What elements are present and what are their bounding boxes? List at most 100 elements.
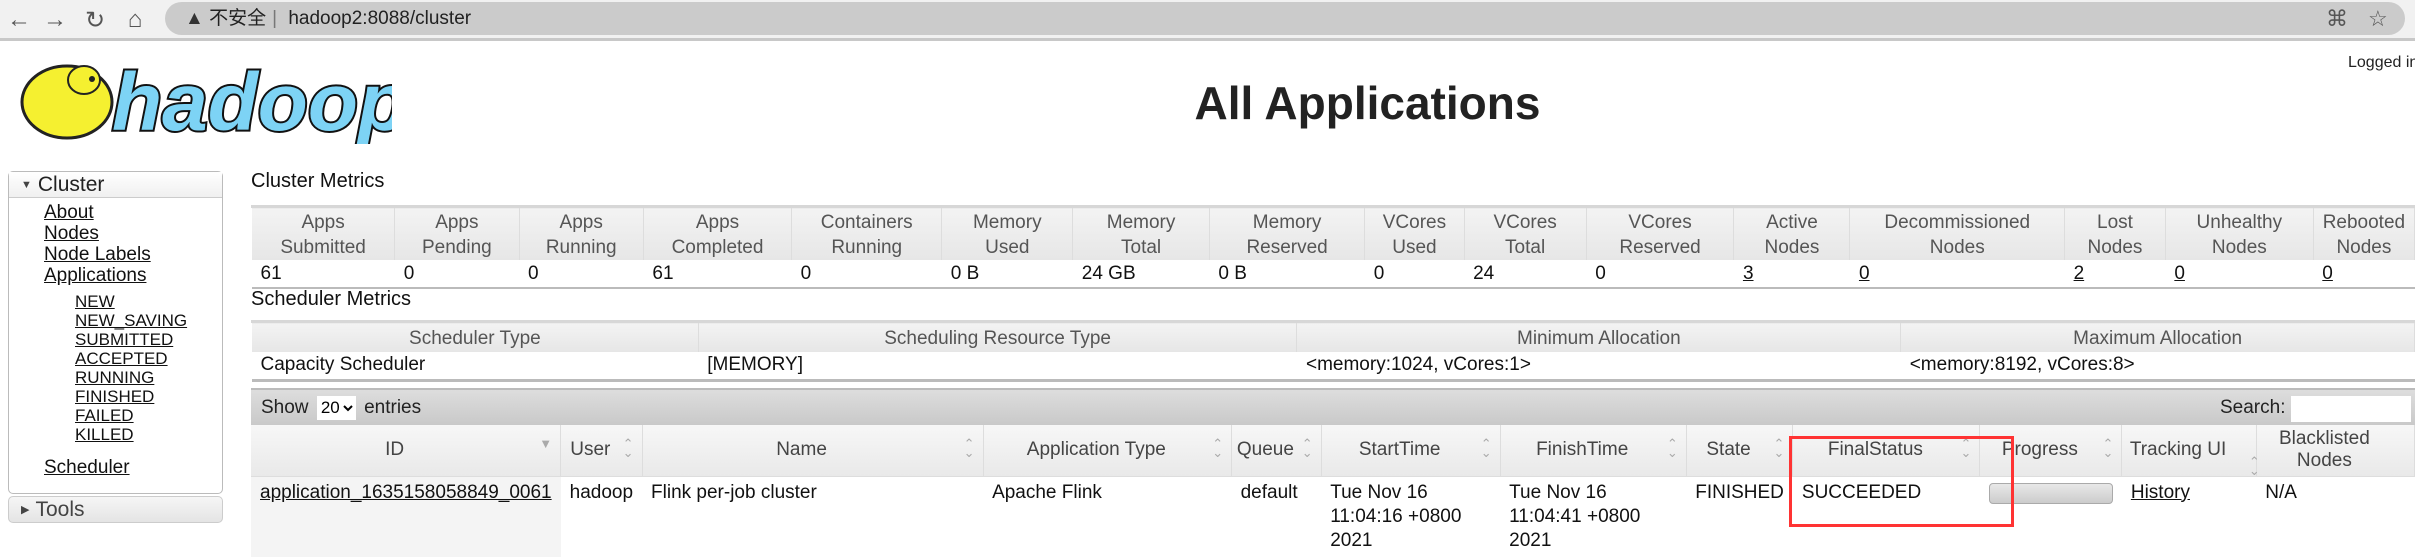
show-label: Show: [261, 397, 309, 418]
translate-icon[interactable]: ⌘: [2326, 6, 2348, 32]
search-input[interactable]: [2291, 396, 2411, 422]
metric-link[interactable]: 0: [1859, 263, 1870, 284]
column-header[interactable]: State ⌃ ⌄: [1686, 425, 1794, 476]
metric-header: Decommissioned Nodes: [1849, 206, 2066, 260]
sidebar-link-finished[interactable]: FINISHED: [75, 387, 154, 407]
applications-table: ID ▼ User ⌃ ⌄ Name ⌃ ⌄ Application Type ⌃ ⌄ Queue ⌃ ⌄…: [251, 425, 2415, 557]
sort-icon: ⌃ ⌄: [1773, 436, 1785, 460]
column-header[interactable]: Queue ⌃ ⌄: [1231, 425, 1322, 476]
header-minimum-allocation: Minimum Allocation: [1296, 321, 1902, 352]
sidebar-link-killed[interactable]: KILLED: [75, 425, 134, 445]
reload-icon[interactable]: ↻: [80, 6, 110, 35]
insecure-label: 不安全: [209, 8, 267, 29]
url-text: hadoop2:8088/cluster: [288, 8, 472, 29]
column-header-label: Tracking UI: [2129, 439, 2227, 461]
metric-link[interactable]: 0: [2174, 263, 2185, 284]
entries-label: entries: [364, 397, 422, 418]
metric-value: 0: [528, 262, 539, 284]
search-label: Search:: [2220, 397, 2286, 418]
forward-icon[interactable]: →: [40, 6, 70, 34]
metric-value: 0: [2165, 260, 2313, 288]
header-scheduler-type: Scheduler Type: [251, 321, 699, 352]
header-maximum-allocation: Maximum Allocation: [1900, 321, 2415, 352]
maximum-allocation-value: <memory:8192, vCores:8>: [1909, 354, 2135, 376]
cluster-section-toggle[interactable]: ▼ Cluster: [9, 172, 222, 198]
metric-value: 0: [800, 262, 812, 284]
column-header[interactable]: StartTime ⌃ ⌄: [1321, 425, 1501, 476]
entries-select[interactable]: 20: [316, 395, 356, 420]
cell-name: Flink per-job cluster: [642, 475, 984, 557]
cell-blacklisted-nodes: N/A: [2256, 475, 2415, 557]
cluster-metrics-table: Apps Submitted Apps Pending Apps Running Apps C…: [250, 205, 2415, 289]
sort-icon: ⌃ ⌄: [622, 436, 634, 460]
application-id-link[interactable]: application_1635158058849_0061: [260, 482, 552, 503]
sidebar-link-new-saving[interactable]: NEW_SAVING: [75, 311, 187, 331]
scheduler-type-value: Capacity Scheduler: [260, 354, 426, 376]
column-header-label: Application Type: [1026, 439, 1166, 461]
metric-link[interactable]: 2: [2074, 263, 2085, 284]
metric-value: 24 GB: [1081, 262, 1136, 284]
metric-value: 0 B: [1218, 262, 1247, 284]
minimum-allocation-value: <memory:1024, vCores:1>: [1305, 354, 1531, 376]
sidebar-link-nodes[interactable]: Nodes: [44, 223, 99, 245]
back-icon[interactable]: ←: [4, 6, 34, 34]
sidebar-link-new[interactable]: NEW: [75, 292, 115, 312]
metric-header: Memory Used: [941, 206, 1074, 260]
column-header[interactable]: Tracking UI ⌃ ⌄: [2121, 425, 2260, 477]
sidebar-link-accepted[interactable]: ACCEPTED: [75, 349, 168, 369]
address-bar[interactable]: ▲ 不安全 | hadoop2:8088/cluster: [165, 2, 2405, 35]
sort-icon: ⌃ ⌄: [2102, 436, 2114, 460]
column-header-label: Queue: [1236, 439, 1294, 461]
sort-icon: ⌃ ⌄: [963, 436, 975, 460]
tools-section-toggle[interactable]: ▶ Tools: [8, 496, 223, 523]
column-header-label: ID: [385, 439, 405, 461]
page-title: All Applications: [1194, 77, 1541, 129]
metric-value: 24: [1473, 262, 1495, 284]
caret-down-icon: ▼: [21, 179, 32, 192]
home-icon[interactable]: ⌂: [120, 6, 150, 34]
metric-value: 2: [2065, 260, 2166, 288]
scheduler-metrics-table: Scheduler Type Scheduling Resource Type …: [251, 320, 2415, 382]
metric-header: Containers Running: [791, 206, 943, 260]
sidebar-link-running[interactable]: RUNNING: [75, 368, 154, 388]
column-header[interactable]: Application Type ⌃ ⌄: [983, 425, 1233, 476]
metric-header: Active Nodes: [1733, 206, 1851, 260]
cell-queue: default: [1231, 475, 1322, 557]
column-header[interactable]: Name ⌃ ⌄: [642, 425, 984, 476]
header-scheduling-resource-type: Scheduling Resource Type: [697, 321, 1298, 352]
metric-value: 61: [260, 262, 282, 284]
sidebar-link-about[interactable]: About: [44, 202, 94, 224]
sidebar-link-failed[interactable]: FAILED: [75, 406, 134, 426]
sidebar-link-scheduler[interactable]: Scheduler: [44, 457, 130, 479]
highlight-box: [1789, 436, 2014, 527]
column-header-label: Blacklisted Nodes: [2278, 428, 2370, 472]
sort-icon: ⌃ ⌄: [1212, 436, 1224, 460]
datatable-toolbar: Show 20 entries Search:: [251, 388, 2415, 425]
scheduler-metrics-title: Scheduler Metrics: [251, 288, 412, 310]
metric-header: Lost Nodes: [2064, 206, 2166, 260]
sort-icon: ⌃ ⌄: [1666, 436, 1678, 460]
column-header[interactable]: User ⌃ ⌄: [560, 425, 643, 476]
logged-in-text: Logged in: [2348, 54, 2415, 71]
sort-icon: ⌃ ⌄: [1301, 436, 1313, 460]
column-header-label: User: [570, 439, 611, 461]
metric-header: Apps Running: [518, 206, 644, 260]
cell-start-time: Tue Nov 16 11:04:16 +0800 2021: [1321, 475, 1501, 557]
sidebar-link-node-labels[interactable]: Node Labels: [44, 244, 151, 266]
sidebar-link-applications[interactable]: Applications: [44, 265, 146, 287]
bookmark-star-icon[interactable]: ☆: [2368, 6, 2388, 32]
metric-link[interactable]: 0: [2322, 263, 2333, 284]
history-link[interactable]: History: [2131, 482, 2190, 503]
sidebar-link-submitted[interactable]: SUBMITTED: [75, 330, 173, 350]
column-header[interactable]: ID ▼: [251, 425, 562, 476]
cell-tracking-ui: History: [2121, 475, 2257, 557]
column-header[interactable]: Blacklisted Nodes: [2256, 425, 2415, 476]
column-header[interactable]: FinishTime ⌃ ⌄: [1500, 425, 1687, 476]
cell-user: hadoop: [560, 475, 643, 557]
metric-value: 3: [1734, 260, 1850, 288]
metric-header: VCores Used: [1364, 206, 1465, 260]
metric-link[interactable]: 3: [1743, 263, 1754, 284]
column-header-label: StartTime: [1358, 439, 1441, 461]
cluster-metrics-title: Cluster Metrics: [251, 170, 385, 192]
metric-header: Memory Reserved: [1208, 206, 1366, 260]
